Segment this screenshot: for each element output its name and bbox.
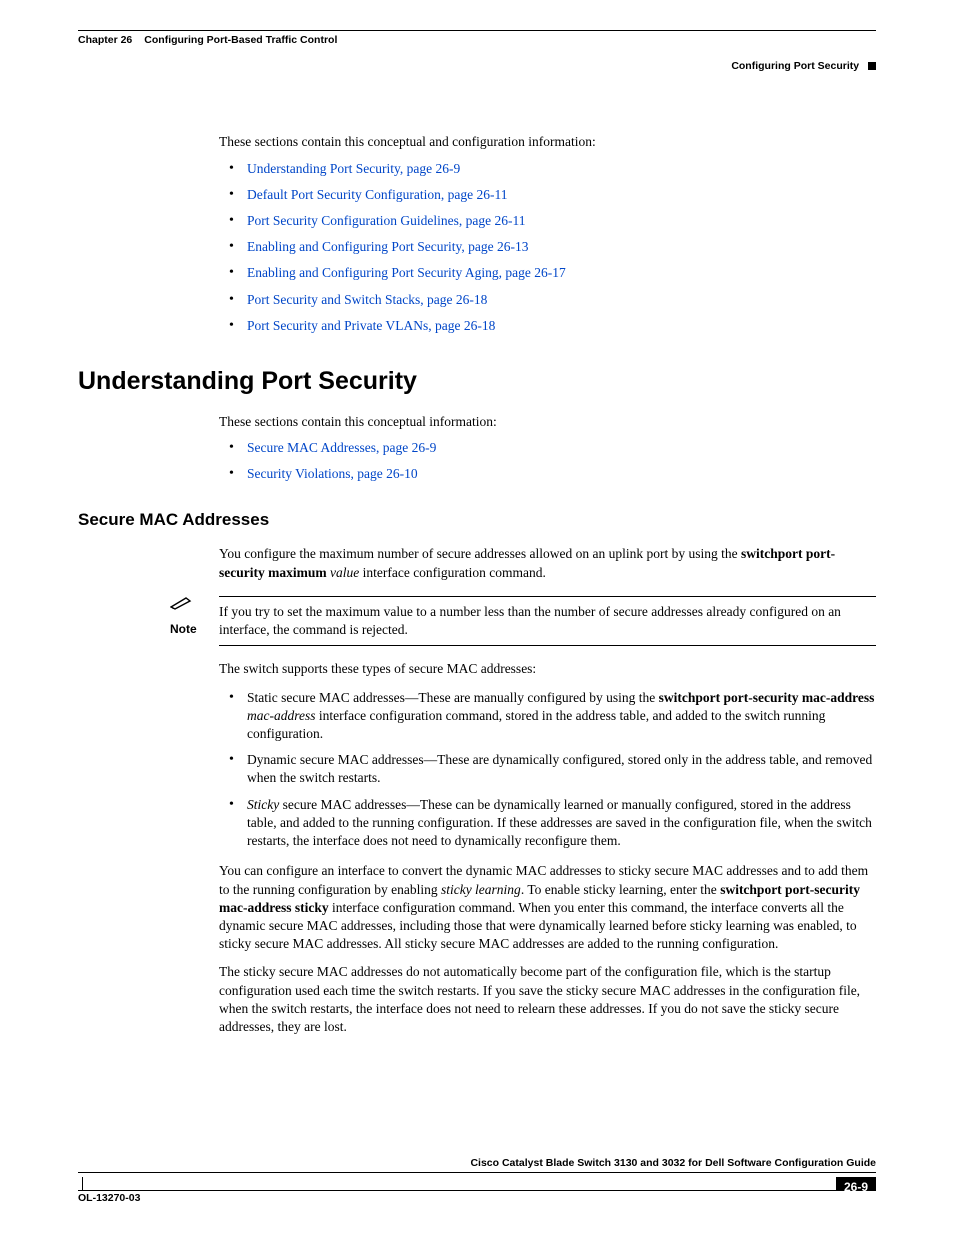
sub-link-list: Secure MAC Addresses, page 26-9 Security… — [219, 439, 876, 483]
paragraph-sticky-learning: You can configure an interface to conver… — [219, 862, 876, 953]
mac-types-list: Static secure MAC addresses—These are ma… — [219, 689, 876, 851]
footer-rule — [78, 1172, 876, 1173]
text: Static secure MAC addresses—These are ma… — [247, 690, 659, 705]
text: interface configuration command. — [359, 565, 546, 580]
chapter-title: Configuring Port-Based Traffic Control — [144, 33, 337, 47]
list-item: Enabling and Configuring Port Security A… — [219, 264, 876, 282]
list-item: Security Violations, page 26-10 — [219, 465, 876, 483]
emphasis-text: Sticky — [247, 797, 279, 812]
footer-guide-title: Cisco Catalyst Blade Switch 3130 and 303… — [78, 1156, 876, 1172]
header-marker-icon — [868, 62, 876, 70]
heading-understanding: Understanding Port Security — [78, 365, 876, 399]
page: Chapter 26 Configuring Port-Based Traffi… — [0, 0, 954, 1235]
link-default-config[interactable]: Default Port Security Configuration, pag… — [247, 187, 507, 202]
footer-bottom-row: OL-13270-03 — [78, 1191, 876, 1205]
link-switch-stacks[interactable]: Port Security and Switch Stacks, page 26… — [247, 292, 487, 307]
section-header-right: Configuring Port Security — [78, 59, 876, 73]
paragraph-save-config: The sticky secure MAC addresses do not a… — [219, 963, 876, 1036]
pencil-icon — [170, 596, 194, 610]
list-item-dynamic: Dynamic secure MAC addresses—These are d… — [219, 751, 876, 787]
footer-rule-2: 26-9 — [78, 1177, 876, 1191]
paragraph-configure-max: You configure the maximum number of secu… — [219, 545, 876, 581]
text: . To enable sticky learning, enter the — [521, 882, 720, 897]
list-item: Enabling and Configuring Port Security, … — [219, 238, 876, 256]
argument-text: value — [327, 565, 360, 580]
note-label: Note — [170, 621, 219, 637]
list-item: Port Security Configuration Guidelines, … — [219, 212, 876, 230]
list-item-static: Static secure MAC addresses—These are ma… — [219, 689, 876, 744]
command-text: switchport port-security mac-address — [659, 690, 875, 705]
list-item: Secure MAC Addresses, page 26-9 — [219, 439, 876, 457]
argument-text: mac-address — [247, 708, 316, 723]
link-secure-mac[interactable]: Secure MAC Addresses, page 26-9 — [247, 440, 436, 455]
link-private-vlans[interactable]: Port Security and Private VLANs, page 26… — [247, 318, 495, 333]
text: You configure the maximum number of secu… — [219, 546, 741, 561]
intro-paragraph-2: These sections contain this conceptual i… — [219, 413, 876, 431]
list-item: Port Security and Switch Stacks, page 26… — [219, 291, 876, 309]
link-enabling[interactable]: Enabling and Configuring Port Security, … — [247, 239, 528, 254]
section-header-text: Configuring Port Security — [731, 60, 859, 72]
header-rule — [78, 30, 876, 31]
list-item: Understanding Port Security, page 26-9 — [219, 160, 876, 178]
running-header: Chapter 26 Configuring Port-Based Traffi… — [78, 33, 876, 47]
emphasis-text: sticky learning — [441, 882, 521, 897]
note-icon-column: Note — [170, 596, 219, 637]
paragraph-supports-types: The switch supports these types of secur… — [219, 660, 876, 678]
content-block: These sections contain this conceptual a… — [219, 133, 876, 1036]
list-item: Default Port Security Configuration, pag… — [219, 186, 876, 204]
list-item-sticky: Sticky secure MAC addresses—These can be… — [219, 796, 876, 851]
note-body: If you try to set the maximum value to a… — [219, 596, 876, 646]
link-aging[interactable]: Enabling and Configuring Port Security A… — [247, 265, 566, 280]
page-footer: Cisco Catalyst Blade Switch 3130 and 303… — [78, 1156, 876, 1205]
text: secure MAC addresses—These can be dynami… — [247, 797, 872, 848]
note-block: Note If you try to set the maximum value… — [170, 596, 876, 646]
link-understanding[interactable]: Understanding Port Security, page 26-9 — [247, 161, 460, 176]
chapter-number: Chapter 26 — [78, 33, 132, 47]
list-item: Port Security and Private VLANs, page 26… — [219, 317, 876, 335]
text: interface configuration command, stored … — [247, 708, 825, 741]
link-violations[interactable]: Security Violations, page 26-10 — [247, 466, 418, 481]
link-config-guidelines[interactable]: Port Security Configuration Guidelines, … — [247, 213, 525, 228]
intro-paragraph-1: These sections contain this conceptual a… — [219, 133, 876, 151]
page-number-badge: 26-9 — [836, 1177, 876, 1191]
heading-secure-mac: Secure MAC Addresses — [78, 509, 876, 532]
doc-id: OL-13270-03 — [78, 1191, 140, 1205]
top-link-list: Understanding Port Security, page 26-9 D… — [219, 160, 876, 336]
